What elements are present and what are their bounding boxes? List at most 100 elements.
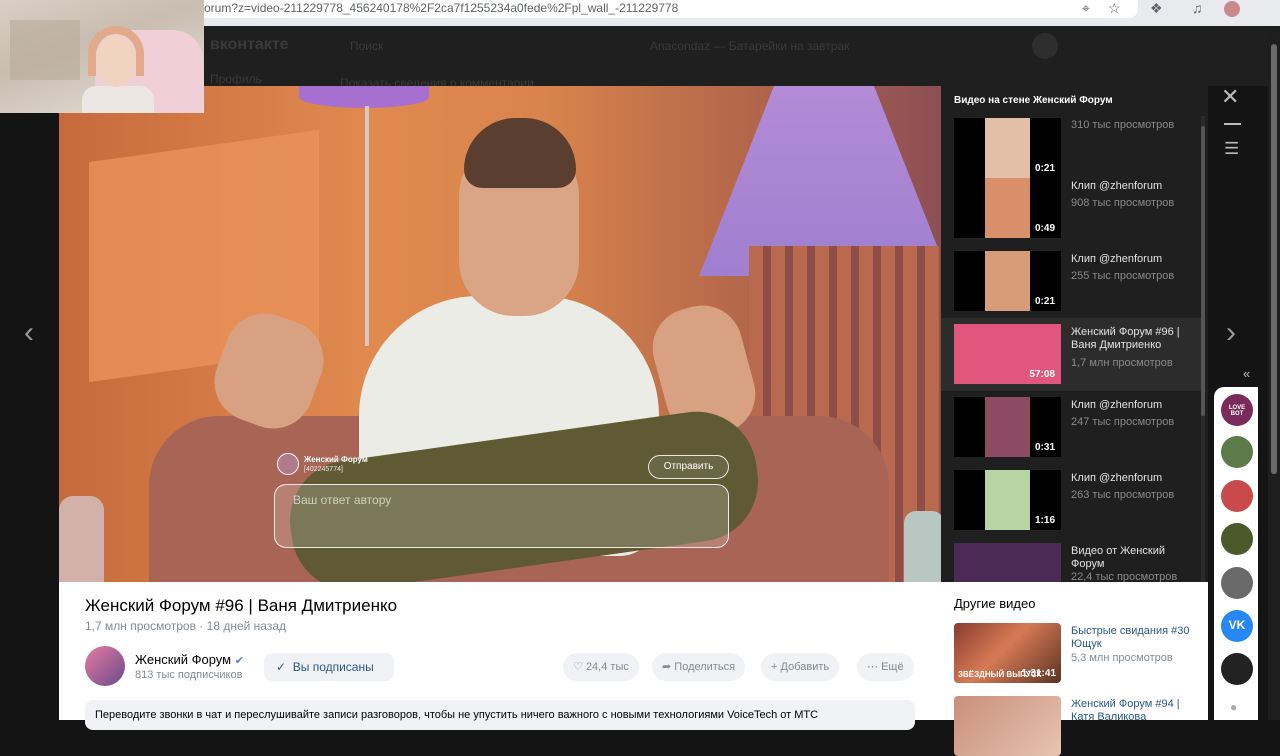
playlist-item[interactable]: 0:21 Клип @zhenforum 255 тыс просмотров <box>941 245 1201 318</box>
thumbnail-image <box>985 470 1030 530</box>
duration-label: 1:31:41 <box>1021 668 1056 679</box>
playlist-thumbnail[interactable]: 57:08 <box>954 324 1061 384</box>
vk-logo: вконтакте <box>210 36 289 53</box>
playlist-item-views: 255 тыс просмотров <box>1071 270 1175 282</box>
playlist-item-title[interactable]: Клип @zhenforum <box>1071 180 1189 193</box>
scene-lamp <box>299 86 429 108</box>
cam-body <box>82 86 154 113</box>
friend-avatar[interactable] <box>1221 653 1253 685</box>
other-video-thumbnail[interactable] <box>954 696 1061 756</box>
url-text[interactable]: orum?z=video-211229778_456240178%2F2ca7f… <box>204 0 678 16</box>
reply-author-id: [402245774] <box>304 465 343 473</box>
playlist-item-title[interactable]: Клип @zhenforum <box>1071 253 1189 266</box>
check-icon: ✓ <box>276 660 287 674</box>
playlist-item-title[interactable]: Видео от Женский Форум <box>1071 545 1189 571</box>
vk-user-avatar <box>1032 33 1058 59</box>
vk-app-icon[interactable]: VK <box>1221 610 1253 642</box>
duration-label: 0:49 <box>1034 223 1055 234</box>
video-views: 1,7 млн просмотров <box>85 619 196 633</box>
playlist-item-title[interactable]: Клип @zhenforum <box>1071 399 1189 412</box>
add-label: Добавить <box>780 661 830 673</box>
playlist-item-active[interactable]: 57:08 Женский Форум #96 | Ваня Дмитриенк… <box>941 318 1201 391</box>
playlist-item-views: 263 тыс просмотров <box>1071 489 1175 501</box>
reply-input[interactable]: Ваш ответ автору <box>274 484 729 548</box>
star-icon[interactable]: ☆ <box>1108 1 1121 15</box>
playlist-item-title[interactable]: Клип @zhenforum <box>1071 472 1189 485</box>
minimize-icon[interactable] <box>1224 123 1241 125</box>
playlist-item[interactable]: 0:49 Клип @zhenforum 908 тыс просмотров <box>941 172 1201 245</box>
location-icon[interactable]: ⌖ <box>1082 1 1090 15</box>
page-scroll-thumb[interactable] <box>1271 44 1277 474</box>
channel-name-text[interactable]: Женский Форум <box>135 652 231 667</box>
collapse-friends-icon[interactable]: « <box>1243 366 1250 381</box>
friend-avatar[interactable]: LOVE BOT <box>1221 394 1253 426</box>
plus-icon: + <box>771 661 778 673</box>
playlist-scrollbar[interactable] <box>1201 116 1205 582</box>
playlist-item-views: 908 тыс просмотров <box>1071 197 1175 209</box>
friend-avatar[interactable] <box>1221 567 1253 599</box>
other-video-title[interactable]: Быстрые свидания #30 Ющук <box>1071 625 1196 651</box>
share-button[interactable]: ➦ Поделиться <box>652 653 746 681</box>
playlist-toggle-icon[interactable]: ☰ <box>1224 139 1239 159</box>
other-video-thumbnail[interactable]: ЗВЁЗДНЫЙ ВЫПУСК 1:31:41 <box>954 623 1061 683</box>
other-video-item[interactable]: Женский Форум #94 | Катя Валикова <box>954 696 1204 756</box>
media-icon[interactable]: ♫ <box>1192 1 1203 15</box>
profile-icon[interactable] <box>1224 1 1240 17</box>
duration-label: 57:08 <box>1029 369 1055 380</box>
playlist-title: Видео на стене Женский Форум <box>954 95 1113 106</box>
playlist-item-views: 247 тыс просмотров <box>1071 416 1175 428</box>
close-icon[interactable]: ✕ <box>1221 86 1239 108</box>
add-button[interactable]: + Добавить <box>761 653 840 681</box>
more-icon: ⋯ <box>867 661 878 673</box>
video-date: 18 дней назад <box>206 619 287 633</box>
thumbnail-image <box>954 543 1061 582</box>
friends-rail: LOVE BOT VK ● <box>1214 387 1258 720</box>
video-title: Женский Форум #96 | Ваня Дмитриенко <box>85 596 398 615</box>
verified-icon: ✔ <box>234 655 244 667</box>
send-reply-button[interactable]: Отправить <box>648 455 729 479</box>
promo-banner[interactable]: Переводите звонки в чат и переслушивайте… <box>85 700 915 730</box>
channel-name[interactable]: Женский Форум ✔ <box>135 652 244 667</box>
more-button[interactable]: ⋯ Ещё <box>857 653 914 681</box>
like-count: 24,4 тыс <box>585 661 629 673</box>
page-scrollbar[interactable] <box>1268 30 1280 720</box>
vk-menu-item: Профиль <box>210 72 262 86</box>
friend-avatar[interactable] <box>1221 436 1253 468</box>
more-label: Ещё <box>881 661 904 673</box>
playlist-thumbnail[interactable] <box>954 543 1061 582</box>
webcam-overlay <box>0 0 204 113</box>
playlist-item[interactable]: 0:31 Клип @zhenforum 247 тыс просмотров <box>941 391 1201 464</box>
friend-avatar[interactable] <box>1221 523 1253 555</box>
scene-lamp-pole <box>365 106 369 346</box>
messages-icon[interactable]: ● <box>1230 700 1237 714</box>
thumbnail-image <box>985 118 1030 178</box>
playlist-item-title[interactable]: Женский Форум #96 | Ваня Дмитриенко <box>1071 326 1189 352</box>
prev-video-arrow-icon[interactable]: ‹ <box>24 318 34 348</box>
playlist-thumbnail[interactable]: 0:21 <box>954 251 1061 311</box>
playlist-thumbnail[interactable]: 0:21 <box>954 118 1061 178</box>
playlist-thumbnail[interactable]: 0:49 <box>954 178 1061 238</box>
other-videos-title: Другие видео <box>954 596 1036 611</box>
scene-hair <box>464 118 576 188</box>
other-video-item[interactable]: ЗВЁЗДНЫЙ ВЫПУСК 1:31:41 Быстрые свидания… <box>954 623 1204 683</box>
like-button[interactable]: ♡ 24,4 тыс <box>563 653 639 681</box>
scene-bottle <box>59 496 104 582</box>
playlist-thumbnail[interactable]: 0:31 <box>954 397 1061 457</box>
subscribed-button[interactable]: ✓ Вы подписаны <box>264 653 394 681</box>
address-bar[interactable]: orum?z=video-211229778_456240178%2F2ca7f… <box>198 0 1138 18</box>
other-videos: Другие видео ЗВЁЗДНЫЙ ВЫПУСК 1:31:41 Быс… <box>941 582 1208 756</box>
other-video-title[interactable]: Женский Форум #94 | Катя Валикова <box>1071 698 1196 724</box>
reply-author-name: Женский Форум <box>304 454 368 464</box>
next-video-arrow-icon[interactable]: › <box>1226 318 1236 348</box>
playlist-item[interactable]: Видео от Женский Форум 22,4 тыс просмотр… <box>941 537 1201 582</box>
thumbnail-image <box>985 397 1030 457</box>
video-player[interactable]: Женский Форум [402245774] Отправить Ваш … <box>59 86 941 582</box>
extensions-icon[interactable]: ❖ <box>1150 1 1163 15</box>
playlist-thumbnail[interactable]: 1:16 <box>954 470 1061 530</box>
playlist-scroll-thumb[interactable] <box>1201 126 1205 416</box>
playlist-item[interactable]: 1:16 Клип @zhenforum 263 тыс просмотров <box>941 464 1201 537</box>
friend-avatar[interactable] <box>1221 480 1253 512</box>
scene-bottle-right <box>904 511 941 582</box>
channel-avatar[interactable] <box>85 646 125 686</box>
vk-search: Поиск <box>350 39 384 53</box>
